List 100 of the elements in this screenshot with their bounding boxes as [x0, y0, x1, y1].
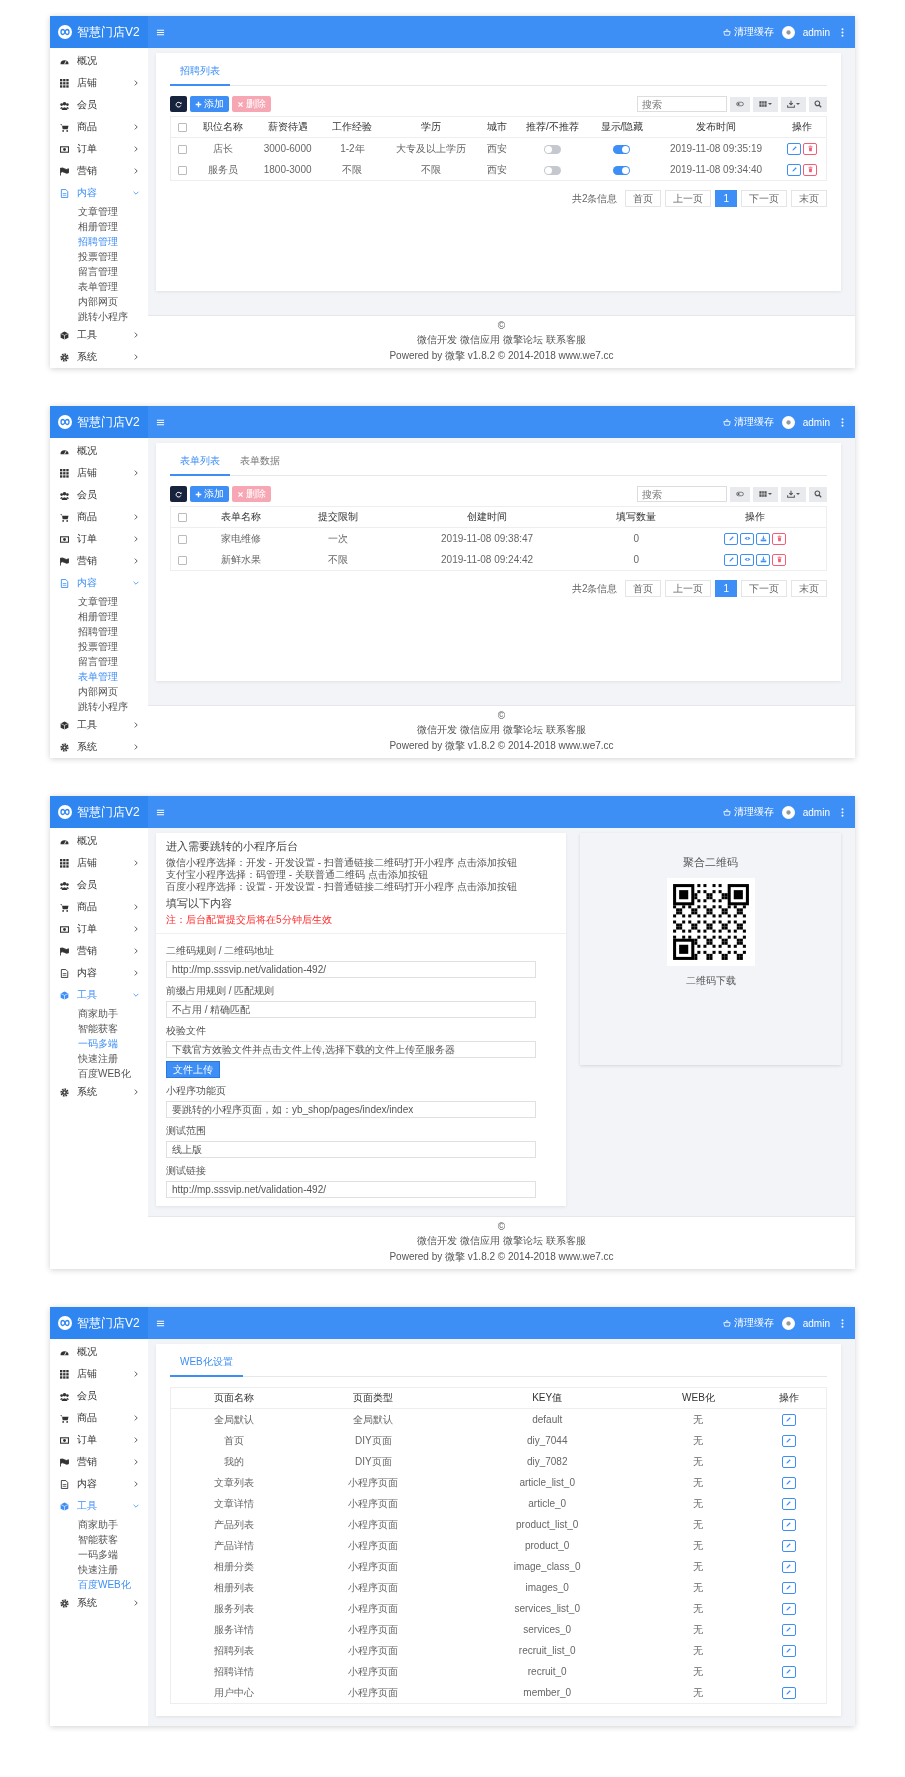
- footer-link[interactable]: 微信开发: [417, 723, 457, 737]
- edit-button[interactable]: [781, 1644, 796, 1657]
- sidebar-item[interactable]: 营销: [50, 160, 148, 182]
- edit-button[interactable]: [781, 1665, 796, 1678]
- page-button[interactable]: 下一页: [741, 580, 787, 597]
- sidebar-item[interactable]: 订单: [50, 1429, 148, 1451]
- footer-link[interactable]: 微擎论坛: [503, 723, 543, 737]
- sidebar-item[interactable]: 商品: [50, 116, 148, 138]
- row-checkbox[interactable]: [177, 144, 187, 154]
- delete-button[interactable]: [803, 163, 818, 176]
- sidebar-item[interactable]: 商品: [50, 1407, 148, 1429]
- edit-button[interactable]: [781, 1602, 796, 1615]
- sidebar-item[interactable]: 营销: [50, 940, 148, 962]
- footer-link[interactable]: 联系客服: [546, 1234, 586, 1248]
- tab[interactable]: 招聘列表: [170, 59, 230, 86]
- input-field[interactable]: http://mp.sssvip.net/validation-492/: [166, 1181, 536, 1198]
- sidebar-item[interactable]: 概况: [50, 440, 148, 462]
- sidebar-item[interactable]: 会员: [50, 484, 148, 506]
- toggle-switch[interactable]: [613, 165, 631, 175]
- search-field[interactable]: 搜索: [637, 96, 727, 112]
- menu-button[interactable]: [156, 27, 165, 37]
- sidebar-subitem[interactable]: 相册管理: [50, 219, 148, 234]
- edit-button[interactable]: [787, 142, 802, 155]
- select-all-checkbox[interactable]: [177, 123, 187, 133]
- delete-button[interactable]: [803, 142, 818, 155]
- edit-button[interactable]: [781, 1476, 796, 1489]
- edit-button[interactable]: [781, 1686, 796, 1699]
- sidebar-subitem[interactable]: 留言管理: [50, 264, 148, 279]
- sidebar-subitem[interactable]: 一码多端: [50, 1036, 148, 1051]
- sidebar-item[interactable]: 内容: [50, 572, 148, 594]
- page-button[interactable]: 上一页: [665, 580, 712, 597]
- sidebar-item[interactable]: 订单: [50, 528, 148, 550]
- sidebar-subitem[interactable]: 一码多端: [50, 1547, 148, 1562]
- sidebar-subitem[interactable]: 跳转小程序: [50, 309, 148, 324]
- tab[interactable]: 表单列表: [170, 449, 230, 476]
- sidebar-item[interactable]: 订单: [50, 138, 148, 160]
- tab[interactable]: 表单数据: [230, 449, 290, 476]
- sidebar-item[interactable]: 工具: [50, 984, 148, 1006]
- search-button[interactable]: [809, 96, 827, 112]
- sidebar-item[interactable]: 内容: [50, 182, 148, 204]
- row-checkbox[interactable]: [177, 534, 187, 544]
- sidebar-subitem[interactable]: 表单管理: [50, 669, 148, 684]
- sidebar-subitem[interactable]: 投票管理: [50, 639, 148, 654]
- input-field[interactable]: 不占用 / 精确匹配: [166, 1001, 536, 1018]
- sidebar-subitem[interactable]: 快速注册: [50, 1051, 148, 1066]
- menu-button[interactable]: [156, 1318, 165, 1328]
- menu-button[interactable]: [156, 417, 165, 427]
- toggle-view-button[interactable]: [730, 486, 750, 502]
- delete-button[interactable]: [772, 553, 787, 566]
- edit-button[interactable]: [781, 1560, 796, 1573]
- toggle-view-button[interactable]: [730, 96, 750, 112]
- page-button[interactable]: 上一页: [665, 190, 712, 207]
- toggle-switch[interactable]: [613, 144, 631, 154]
- sidebar-item[interactable]: 系统: [50, 736, 148, 758]
- footer-link[interactable]: 微信应用: [460, 1234, 500, 1248]
- footer-link[interactable]: 微信应用: [460, 333, 500, 347]
- row-checkbox[interactable]: [177, 165, 187, 175]
- tab[interactable]: WEB化设置: [170, 1350, 243, 1377]
- qr-download-link[interactable]: 二维码下载: [685, 974, 736, 988]
- input-field[interactable]: http://mp.sssvip.net/validation-492/: [166, 961, 536, 978]
- sidebar-item[interactable]: 店铺: [50, 852, 148, 874]
- footer-link[interactable]: 微擎论坛: [503, 1234, 543, 1248]
- sidebar-item[interactable]: 会员: [50, 874, 148, 896]
- edit-button[interactable]: [724, 553, 739, 566]
- sidebar-item[interactable]: 订单: [50, 918, 148, 940]
- input-field[interactable]: 要跳转的小程序页面，如：yb_shop/pages/index/index: [166, 1101, 536, 1118]
- edit-button[interactable]: [781, 1497, 796, 1510]
- edit-button[interactable]: [781, 1581, 796, 1594]
- sidebar-subitem[interactable]: 百度WEB化: [50, 1577, 148, 1592]
- input-field[interactable]: 下载官方效验文件并点击文件上传,选择下载的文件上传至服务器: [166, 1041, 536, 1058]
- search-field[interactable]: 搜索: [637, 486, 727, 502]
- edit-button[interactable]: [781, 1413, 796, 1426]
- edit-button[interactable]: [781, 1623, 796, 1636]
- sidebar-subitem[interactable]: 招聘管理: [50, 234, 148, 249]
- sidebar-item[interactable]: 概况: [50, 50, 148, 72]
- sidebar-subitem[interactable]: 表单管理: [50, 279, 148, 294]
- row-checkbox[interactable]: [177, 555, 187, 565]
- sidebar-subitem[interactable]: 文章管理: [50, 204, 148, 219]
- sidebar-item[interactable]: 工具: [50, 714, 148, 736]
- sidebar-item[interactable]: 店铺: [50, 462, 148, 484]
- sidebar-subitem[interactable]: 商家助手: [50, 1517, 148, 1532]
- sidebar-item[interactable]: 系统: [50, 1081, 148, 1103]
- download-button[interactable]: [756, 532, 771, 545]
- sidebar-item[interactable]: 概况: [50, 830, 148, 852]
- edit-button[interactable]: [724, 532, 739, 545]
- sidebar-item[interactable]: 营销: [50, 550, 148, 572]
- sidebar-subitem[interactable]: 招聘管理: [50, 624, 148, 639]
- menu-button[interactable]: [156, 807, 165, 817]
- export-button[interactable]: [781, 486, 806, 502]
- sidebar-item[interactable]: 会员: [50, 94, 148, 116]
- sidebar-subitem[interactable]: 跳转小程序: [50, 699, 148, 714]
- edit-button[interactable]: [781, 1455, 796, 1468]
- page-button[interactable]: 首页: [625, 190, 662, 207]
- columns-button[interactable]: [753, 486, 778, 502]
- sidebar-item[interactable]: 营销: [50, 1451, 148, 1473]
- sidebar-subitem[interactable]: 内部网页: [50, 294, 148, 309]
- sidebar-item[interactable]: 系统: [50, 346, 148, 368]
- sidebar-subitem[interactable]: 智能获客: [50, 1021, 148, 1036]
- download-button[interactable]: [756, 553, 771, 566]
- avatar-icon[interactable]: [781, 1316, 795, 1330]
